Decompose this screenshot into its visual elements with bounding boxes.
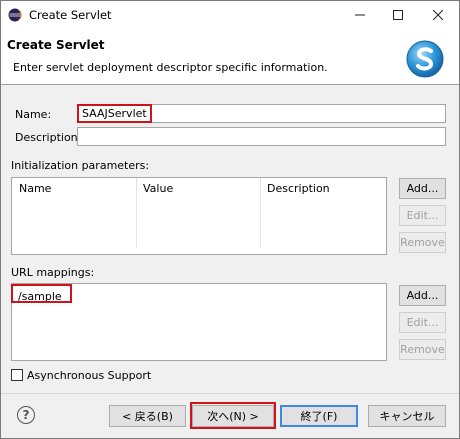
url-mappings-remove-button[interactable]: Remove [399, 339, 446, 360]
back-button[interactable]: < 戻る(B) [109, 405, 186, 427]
init-params-edit-button[interactable]: Edit... [399, 205, 446, 226]
footer-divider [1, 393, 459, 394]
init-params-add-button[interactable]: Add... [399, 178, 446, 199]
description-field[interactable] [77, 127, 446, 146]
url-mappings-add-button[interactable]: Add... [399, 285, 446, 306]
minimize-icon [355, 14, 365, 16]
maximize-button[interactable] [379, 1, 417, 29]
init-params-label: Initialization parameters: [11, 159, 150, 172]
async-support-checkbox[interactable] [11, 369, 23, 381]
column-divider [260, 178, 261, 248]
init-params-table[interactable]: Name Value Description [11, 177, 387, 255]
init-params-remove-button[interactable]: Remove [399, 232, 446, 253]
help-icon[interactable]: ? [17, 406, 35, 424]
column-header-value[interactable]: Value [143, 182, 173, 195]
window-title: Create Servlet [29, 8, 112, 22]
minimize-button[interactable] [341, 1, 379, 29]
create-servlet-dialog: Create Servlet Create Servlet Enter serv… [0, 0, 460, 439]
name-label: Name: [15, 108, 52, 121]
column-header-name[interactable]: Name [19, 182, 51, 195]
eclipse-icon [8, 8, 22, 22]
close-icon [433, 10, 443, 20]
name-highlight-box [77, 104, 152, 123]
banner-title: Create Servlet [7, 38, 105, 52]
column-header-description[interactable]: Description [267, 182, 330, 195]
url-mapping-highlight-box [11, 284, 72, 303]
close-button[interactable] [419, 1, 457, 29]
description-label: Description: [15, 131, 82, 144]
maximize-icon [393, 10, 403, 20]
servlet-wizard-icon [406, 40, 444, 78]
url-mappings-label: URL mappings: [11, 266, 95, 279]
banner-description: Enter servlet deployment descriptor spec… [13, 61, 328, 74]
finish-button[interactable]: 終了(F) [280, 405, 358, 427]
cancel-button[interactable]: キャンセル [368, 405, 446, 427]
title-bar[interactable]: Create Servlet [1, 1, 459, 29]
async-support-label[interactable]: Asynchronous Support [27, 369, 151, 382]
url-mappings-edit-button[interactable]: Edit... [399, 312, 446, 333]
wizard-banner: Create Servlet Enter servlet deployment … [1, 29, 459, 85]
next-highlight-box [190, 402, 276, 429]
column-divider [136, 178, 137, 248]
